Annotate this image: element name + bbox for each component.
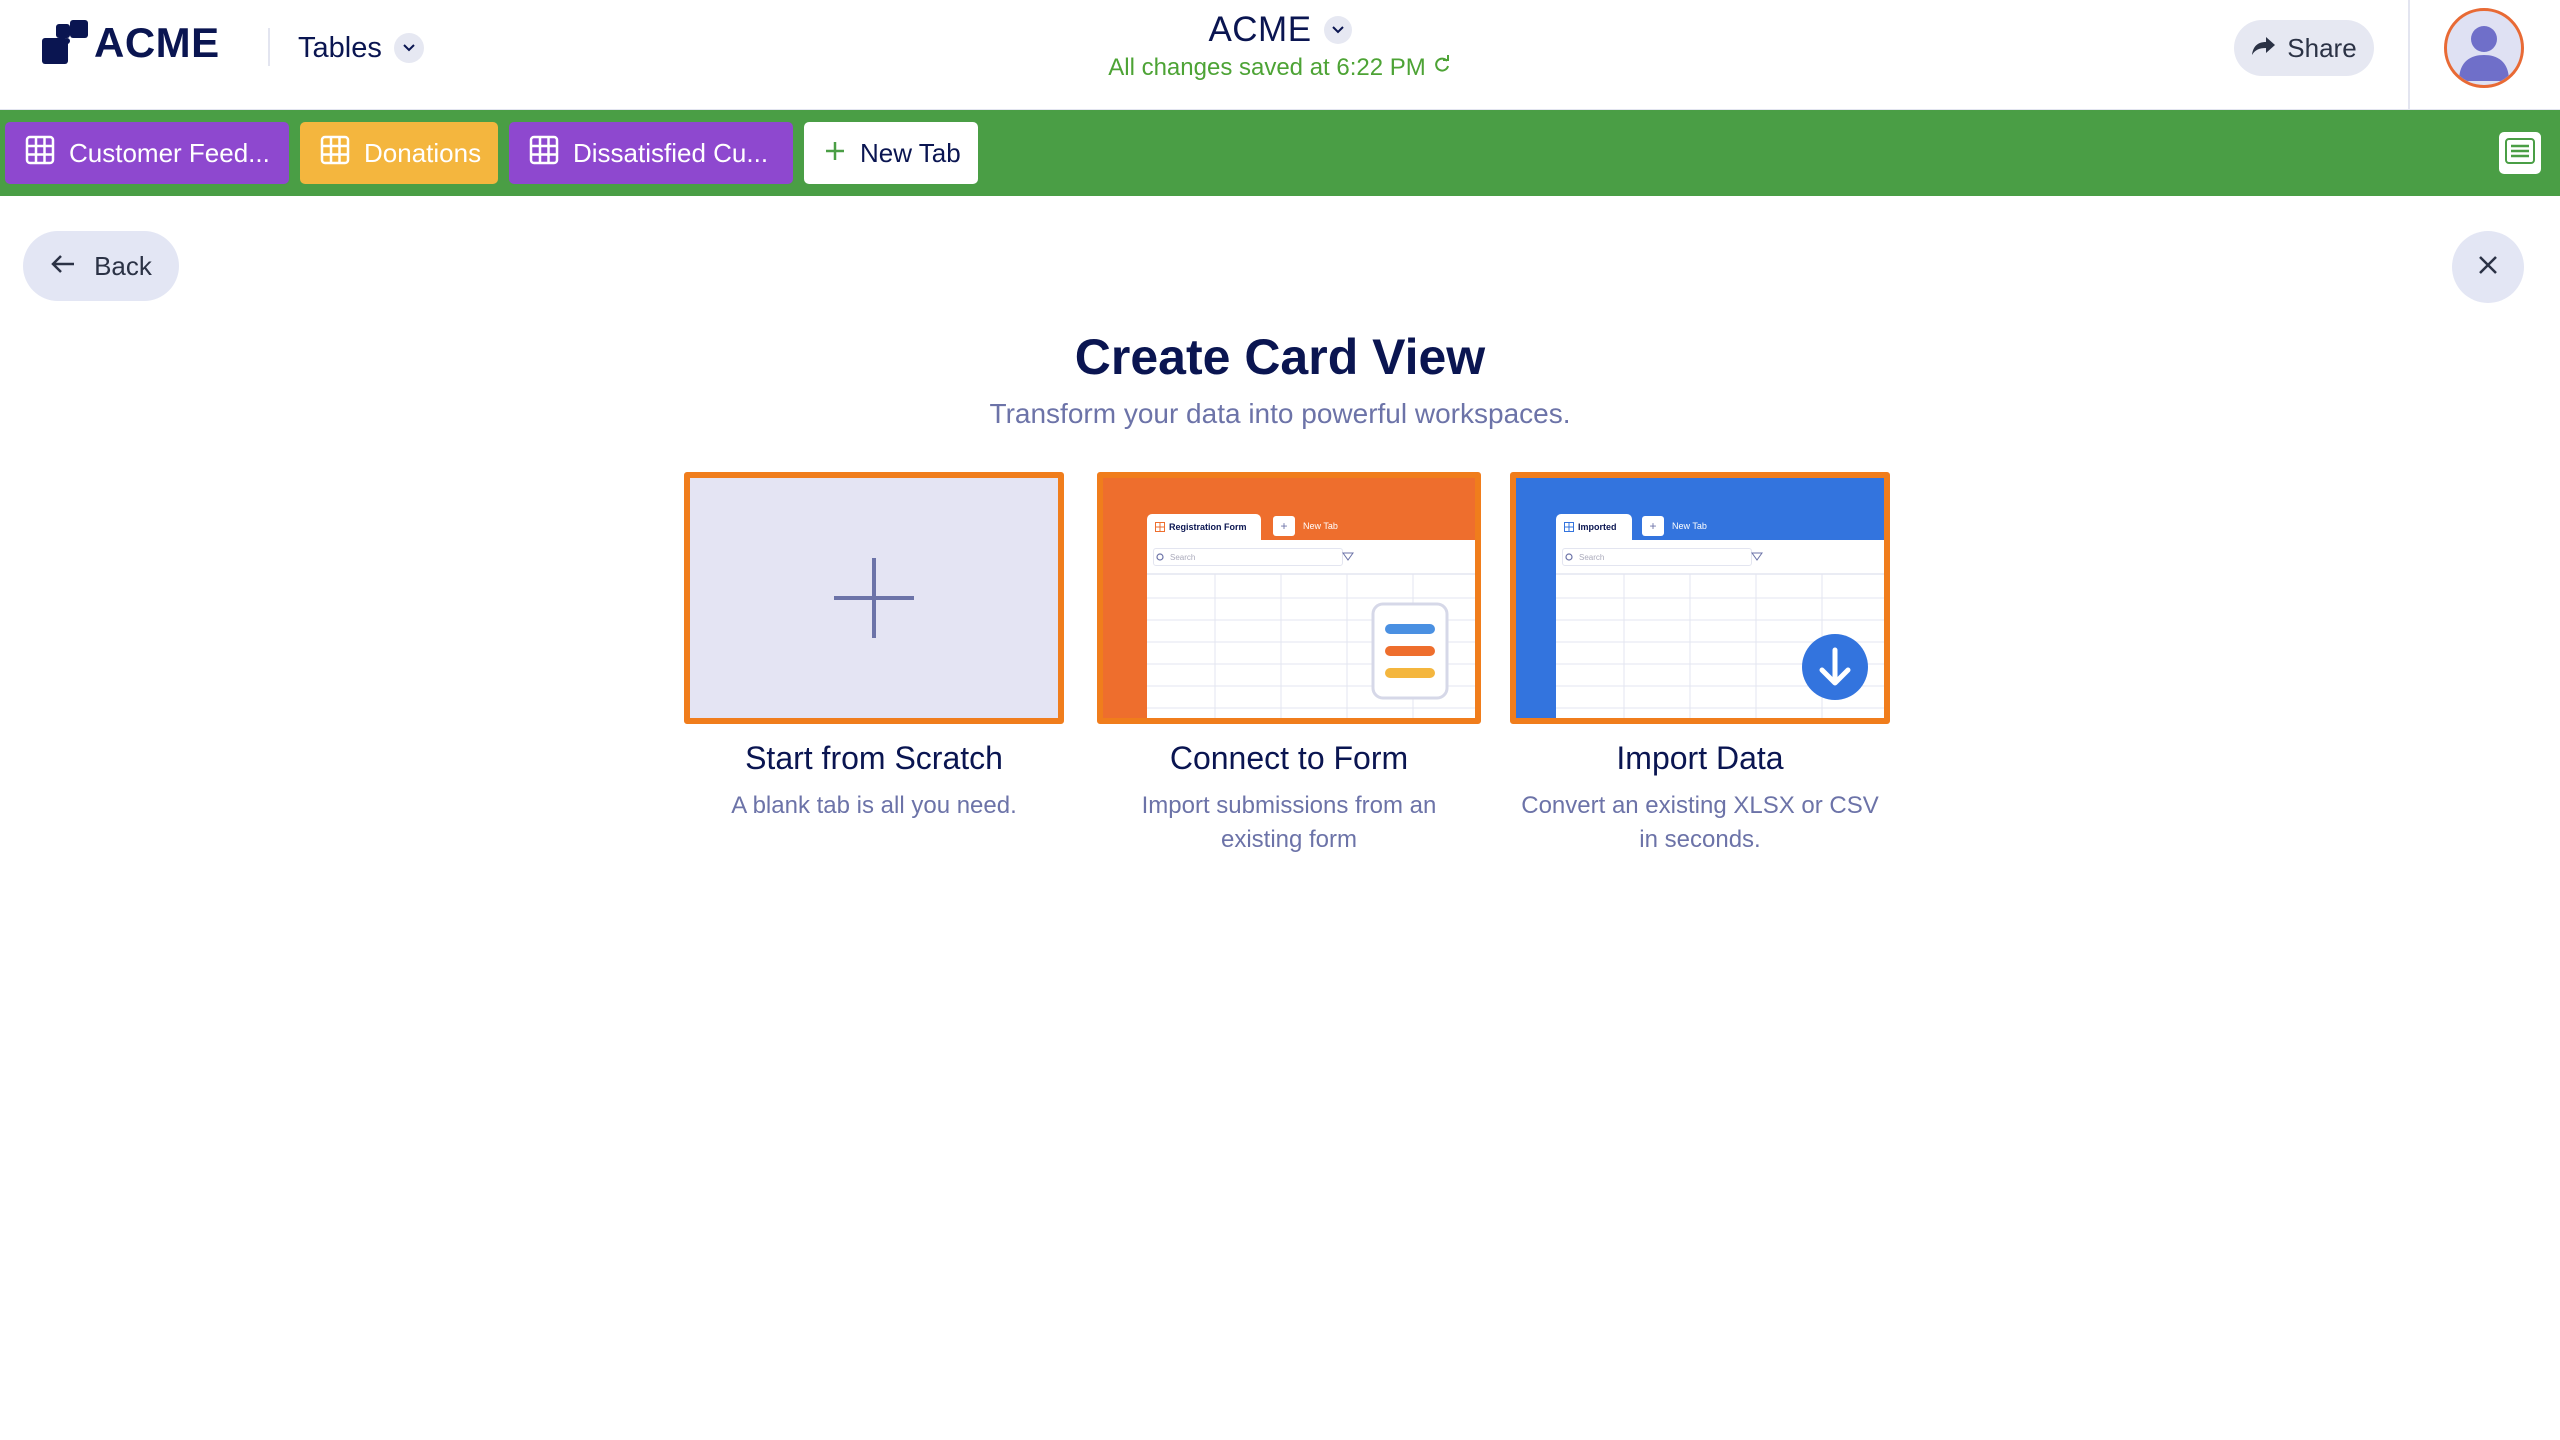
back-label: Back [94, 250, 152, 281]
user-avatar[interactable] [2444, 8, 2524, 88]
mini-tab-label: Imported [1578, 522, 1617, 532]
form-icon [1371, 602, 1449, 700]
mini-tab-label: Registration Form [1169, 522, 1247, 532]
top-header: ACME Tables ACME All changes saved at 6:… [0, 0, 2560, 110]
tables-dropdown[interactable]: Tables [298, 26, 424, 70]
menu-button[interactable] [2499, 132, 2541, 174]
mini-new-tab-label: New Tab [1303, 521, 1338, 531]
scratch-thumbnail [684, 472, 1064, 724]
grid-icon [1155, 522, 1165, 532]
tab-donations[interactable]: Donations [300, 122, 498, 184]
acme-logo[interactable]: ACME [42, 19, 220, 66]
share-arrow-icon [2251, 35, 2277, 62]
header-divider-right [2408, 0, 2410, 110]
plus-icon: + [1642, 516, 1664, 536]
hamburger-menu-icon [2505, 137, 2535, 169]
arrow-left-icon [50, 253, 76, 280]
option-import-data[interactable]: Imported + New Tab Search Import Data Co… [1510, 472, 1890, 857]
option-start-from-scratch[interactable]: Start from Scratch A blank tab is all yo… [684, 472, 1064, 823]
option-description: Import submissions from an existing form [1141, 792, 1437, 853]
mini-new-tab: + New Tab [1642, 516, 1707, 536]
form-thumbnail: Registration Form + New Tab Search [1097, 472, 1481, 724]
tab-dissatisfied-customers[interactable]: Dissatisfied Cu... [509, 122, 793, 184]
plus-icon [834, 558, 914, 638]
plus-icon [824, 138, 846, 169]
logo-text: ACME [94, 19, 220, 66]
plus-icon: + [1273, 516, 1295, 536]
mini-new-tab-label: New Tab [1672, 521, 1707, 531]
option-connect-to-form[interactable]: Registration Form + New Tab Search Conne… [1097, 472, 1481, 857]
app-title: ACME [1208, 10, 1312, 49]
option-description: Convert an existing XLSX or CSV in secon… [1521, 792, 1879, 853]
user-icon [2459, 26, 2509, 81]
close-button[interactable] [2452, 231, 2524, 303]
close-icon [2477, 254, 2499, 281]
back-button[interactable]: Back [23, 231, 179, 301]
mini-tab: Registration Form [1147, 514, 1261, 540]
header-divider [268, 28, 270, 66]
mini-new-tab: + New Tab [1273, 516, 1338, 536]
new-tab-label: New Tab [860, 137, 961, 168]
option-title: Import Data [1616, 740, 1784, 776]
tab-label: Customer Feed... [69, 137, 270, 168]
share-button[interactable]: Share [2234, 20, 2374, 76]
new-tab-button[interactable]: New Tab [804, 122, 978, 184]
option-title: Start from Scratch [745, 740, 1003, 776]
grid-icon [1564, 522, 1574, 532]
save-status-text: All changes saved at 6:22 PM [1108, 54, 1426, 81]
grid-icon [320, 135, 350, 172]
page-title: Create Card View [1074, 329, 1486, 385]
chevron-down-icon [1323, 16, 1352, 44]
chevron-down-icon [393, 33, 424, 63]
option-title: Connect to Form [1169, 740, 1409, 776]
import-thumbnail: Imported + New Tab Search [1510, 472, 1890, 724]
tables-label: Tables [298, 31, 382, 64]
app-title-dropdown[interactable]: ACME [1208, 10, 1352, 50]
tab-customer-feedback[interactable]: Customer Feed... [5, 122, 289, 184]
logo-mark-icon [42, 20, 88, 66]
tab-bar: Customer Feed... Donations Dissatisfied … [0, 110, 2560, 196]
grid-icon [529, 135, 559, 172]
share-label: Share [2287, 32, 2357, 63]
refresh-icon [1432, 54, 1452, 82]
mini-tab: Imported [1556, 514, 1632, 540]
download-icon [1802, 634, 1868, 700]
option-description: A blank tab is all you need. [731, 792, 1017, 819]
tab-label: Dissatisfied Cu... [573, 137, 769, 168]
grid-icon [25, 135, 55, 172]
tab-label: Donations [364, 137, 482, 168]
page-subtitle: Transform your data into powerful worksp… [989, 398, 1571, 429]
